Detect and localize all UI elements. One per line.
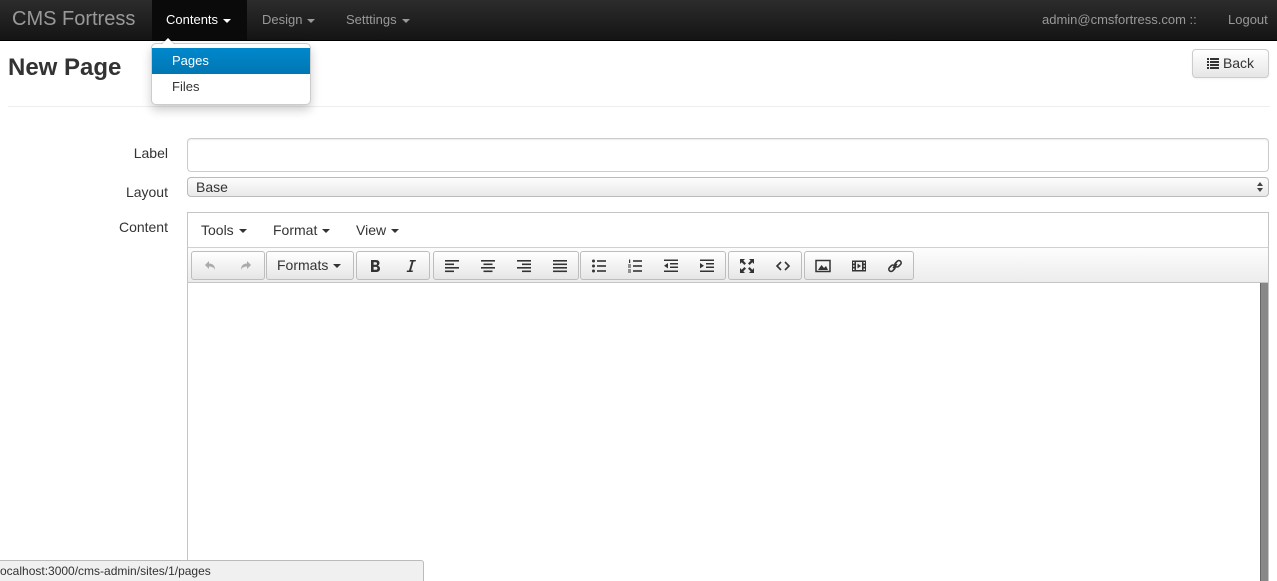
indent-icon bbox=[700, 259, 714, 272]
text-style-group bbox=[356, 251, 430, 280]
align-left-icon bbox=[445, 259, 459, 272]
insert-image-button[interactable] bbox=[805, 252, 841, 279]
rich-text-editor: Tools Format View Formats bbox=[187, 212, 1269, 581]
numbered-list-icon bbox=[628, 259, 642, 272]
chevron-down-icon bbox=[238, 229, 247, 234]
bold-icon bbox=[371, 259, 380, 272]
list-group bbox=[580, 251, 726, 280]
align-left-button[interactable] bbox=[434, 252, 470, 279]
nav-menu-contents-label: Contents bbox=[166, 12, 219, 27]
editor-scrollbar[interactable] bbox=[1260, 283, 1268, 581]
top-navbar: CMS Fortress Contents Design Setttings a… bbox=[0, 0, 1277, 41]
align-justify-button[interactable] bbox=[542, 252, 578, 279]
editor-content-area[interactable] bbox=[188, 283, 1260, 581]
link-icon bbox=[888, 259, 902, 272]
indent-button[interactable] bbox=[689, 252, 725, 279]
align-center-icon bbox=[481, 259, 495, 272]
editor-menubar: Tools Format View bbox=[188, 213, 1268, 248]
dropdown-item-files[interactable]: Files bbox=[152, 74, 310, 100]
label-input[interactable] bbox=[187, 138, 1269, 172]
dropdown-item-pages[interactable]: Pages bbox=[152, 48, 310, 74]
editor-toolbar: Formats bbox=[188, 248, 1268, 283]
history-group bbox=[191, 251, 265, 280]
chevron-down-icon bbox=[223, 18, 232, 23]
contents-dropdown-menu: Pages Files bbox=[151, 37, 311, 105]
label-field-label: Label bbox=[133, 145, 168, 161]
layout-select-value: Base bbox=[196, 179, 228, 195]
insert-media-button[interactable] bbox=[841, 252, 877, 279]
formats-dropdown[interactable]: Formats bbox=[267, 252, 353, 279]
insert-link-button[interactable] bbox=[877, 252, 913, 279]
redo-button[interactable] bbox=[228, 252, 264, 279]
insert-group bbox=[804, 251, 914, 280]
content-field-label: Content bbox=[118, 219, 168, 235]
bullet-list-button[interactable] bbox=[581, 252, 617, 279]
nav-menu-contents[interactable]: Contents bbox=[152, 0, 247, 40]
image-icon bbox=[815, 259, 831, 272]
italic-button[interactable] bbox=[393, 252, 429, 279]
undo-button[interactable] bbox=[192, 252, 228, 279]
nav-menu-design-label: Design bbox=[262, 12, 303, 27]
chevron-down-icon bbox=[322, 229, 331, 234]
nav-menu-settings[interactable]: Setttings bbox=[346, 0, 410, 40]
view-group bbox=[728, 251, 802, 280]
page-title: New Page bbox=[8, 54, 122, 81]
alignment-group bbox=[433, 251, 579, 280]
align-right-button[interactable] bbox=[506, 252, 542, 279]
logout-link[interactable]: Logout bbox=[1228, 0, 1268, 40]
list-icon bbox=[1206, 58, 1219, 69]
italic-icon bbox=[406, 259, 416, 272]
align-center-button[interactable] bbox=[470, 252, 506, 279]
back-button[interactable]: Back bbox=[1192, 49, 1269, 78]
undo-icon bbox=[205, 260, 215, 270]
nav-menu-design[interactable]: Design bbox=[262, 0, 316, 40]
fullscreen-icon bbox=[740, 258, 754, 273]
nav-menu-settings-label: Setttings bbox=[346, 12, 397, 27]
layout-select[interactable]: Base bbox=[187, 177, 1269, 197]
select-arrows-icon bbox=[1257, 182, 1263, 192]
code-icon bbox=[775, 260, 791, 271]
chevron-down-icon bbox=[333, 264, 342, 269]
align-justify-icon bbox=[553, 259, 567, 272]
brand-logo[interactable]: CMS Fortress bbox=[12, 8, 135, 31]
film-icon bbox=[852, 260, 866, 271]
editor-menu-view-label: View bbox=[356, 222, 387, 238]
formats-dropdown-label: Formats bbox=[277, 257, 329, 273]
back-button-label: Back bbox=[1222, 55, 1255, 71]
user-email: admin@cmsfortress.com :: bbox=[1042, 12, 1197, 27]
layout-field-label: Layout bbox=[125, 184, 168, 200]
fullscreen-button[interactable] bbox=[729, 252, 765, 279]
bold-button[interactable] bbox=[357, 252, 393, 279]
outdent-icon bbox=[664, 259, 678, 272]
chevron-down-icon bbox=[307, 18, 316, 23]
editor-menu-tools-label: Tools bbox=[201, 222, 234, 238]
editor-menu-view[interactable]: View bbox=[356, 213, 400, 247]
header-divider bbox=[8, 106, 1270, 107]
redo-icon bbox=[241, 260, 251, 270]
formats-group: Formats bbox=[266, 251, 354, 280]
outdent-button[interactable] bbox=[653, 252, 689, 279]
numbered-list-button[interactable] bbox=[617, 252, 653, 279]
editor-menu-tools[interactable]: Tools bbox=[201, 213, 247, 247]
source-code-button[interactable] bbox=[765, 252, 801, 279]
editor-menu-format[interactable]: Format bbox=[273, 213, 331, 247]
browser-status-bar: ocalhost:3000/cms-admin/sites/1/pages bbox=[0, 560, 424, 581]
chevron-down-icon bbox=[391, 229, 400, 234]
chevron-down-icon bbox=[401, 18, 410, 23]
align-right-icon bbox=[517, 259, 531, 272]
editor-menu-format-label: Format bbox=[273, 222, 318, 238]
bullet-list-icon bbox=[592, 259, 606, 272]
